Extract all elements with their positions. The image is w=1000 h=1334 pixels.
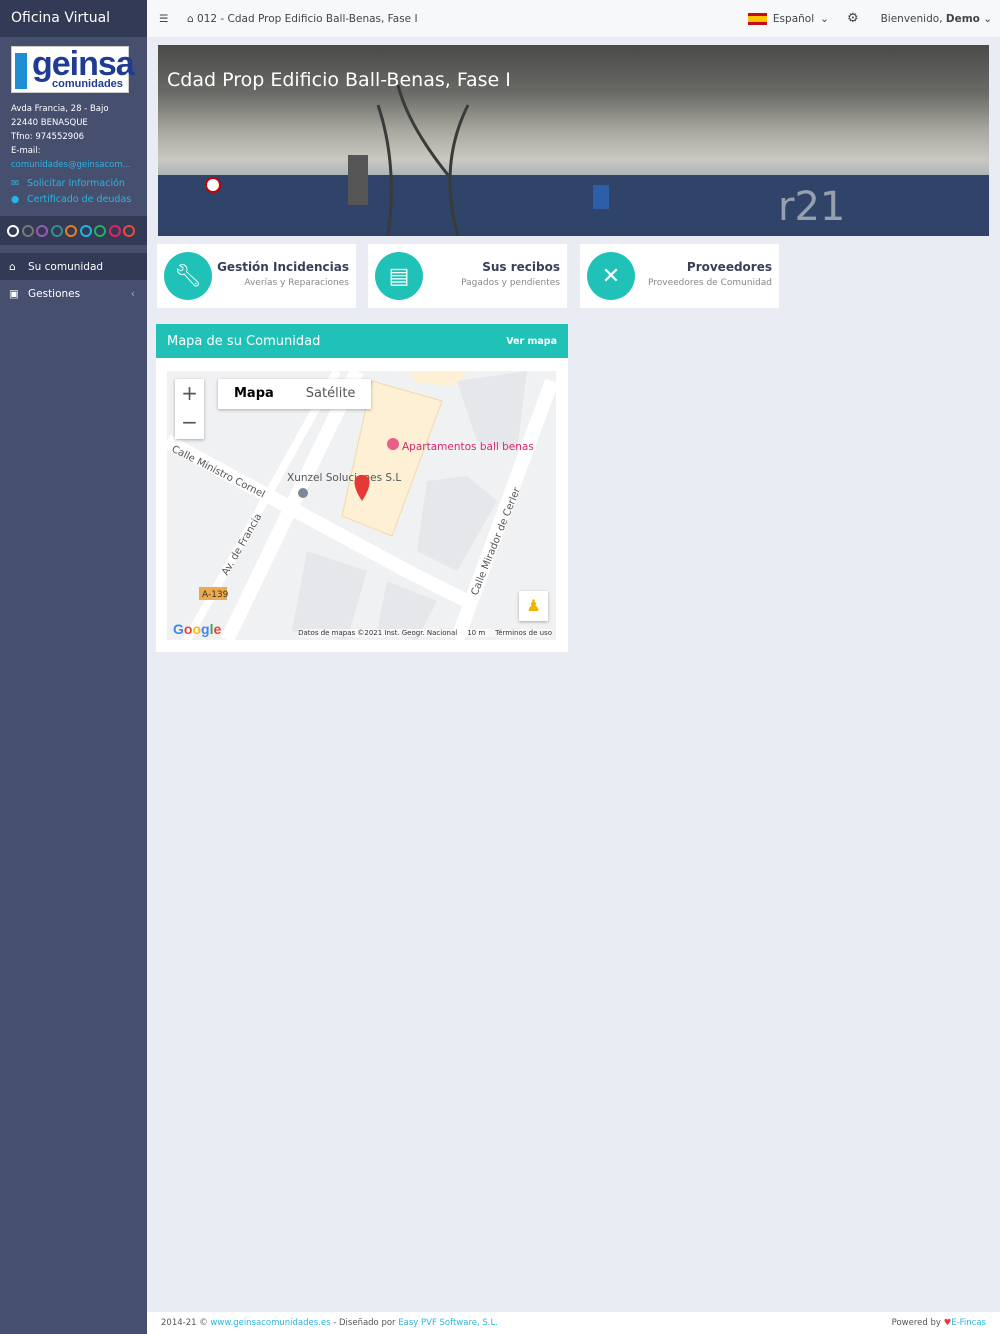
panel-title: Mapa de su Comunidad — [167, 333, 321, 349]
designer-link[interactable]: Easy PVF Software, S.L. — [398, 1318, 498, 1328]
svg-text:r21: r21 — [778, 184, 845, 230]
street-label: Calle Ministro Cornel — [170, 444, 267, 501]
home-icon: ⌂ — [187, 12, 198, 25]
card-subtitle: Averías y Reparaciones — [244, 278, 349, 288]
card-title: Gestión Incidencias — [217, 260, 349, 274]
poi-marker[interactable] — [298, 488, 308, 498]
footer-designed: - Diseñado por — [333, 1318, 396, 1328]
email-label: E-mail: — [11, 146, 41, 156]
briefcase-icon: ▣ — [9, 287, 19, 300]
theme-swatch[interactable] — [50, 224, 63, 237]
community-title: Cdad Prop Edificio Ball-Benas, Fase I — [167, 69, 511, 91]
request-info-link[interactable]: ✉ Solicitar Información — [11, 176, 136, 192]
receipt-icon: ▤ — [375, 252, 423, 300]
menu-toggle-icon[interactable]: ☰ — [159, 13, 179, 25]
map-type-map[interactable]: Mapa — [218, 379, 290, 409]
theme-swatches — [0, 216, 147, 245]
terms-link[interactable]: Términos de uso — [495, 629, 552, 637]
user-name: Demo — [945, 12, 980, 25]
company-info: Avda Francia, 28 - Bajo 22440 BENASQUE T… — [0, 93, 147, 172]
chevron-down-icon: ⌄ — [820, 12, 829, 25]
google-map[interactable]: Calle Ministro Cornel Av. de Francia Cal… — [167, 371, 556, 640]
company-logo: geinsa comunidades — [11, 45, 135, 93]
wrench-icon: 🔧︎ — [164, 252, 212, 300]
map-attribution: Datos de mapas ©2021 Inst. Geogr. Nacion… — [298, 629, 458, 637]
theme-swatch[interactable] — [7, 224, 19, 237]
email-link[interactable]: comunidades@geinsacom... — [11, 158, 136, 172]
nav-su-comunidad[interactable]: ⌂ Su comunidad — [0, 253, 147, 280]
pegman-icon[interactable]: ♟ — [519, 591, 548, 621]
zoom-in-button[interactable]: + — [175, 379, 204, 408]
powered-by: Powered by — [891, 1318, 941, 1328]
user-menu[interactable]: Bienvenido, Demo ⌄ — [881, 13, 992, 25]
address-city: 22440 BENASQUE — [11, 118, 88, 128]
language-label: Español — [772, 12, 815, 25]
theme-swatch[interactable] — [65, 224, 77, 237]
zoom-controls: + − — [175, 379, 204, 439]
home-icon: ⌂ — [9, 260, 16, 273]
card-proveedores[interactable]: ✕ Proveedores Proveedores de Comunidad — [580, 244, 779, 308]
card-gestion-incidencias[interactable]: 🔧︎ Gestión Incidencias Averías y Reparacio… — [157, 244, 356, 308]
address-line: Avda Francia, 28 - Bajo — [11, 104, 109, 114]
breadcrumb-text: 012 - Cdad Prop Edificio Ball-Benas, Fas… — [197, 12, 418, 25]
certificate-icon: ● — [11, 194, 20, 205]
community-banner: r21 Cdad Prop Edificio Ball-Benas, Fase … — [158, 45, 989, 236]
theme-swatch[interactable] — [79, 224, 92, 237]
poi-marker[interactable] — [387, 438, 399, 450]
theme-swatch[interactable] — [36, 224, 48, 237]
language-select[interactable]: Español ⌄ — [747, 12, 829, 25]
map-scale: 10 m — [467, 629, 486, 637]
card-subtitle: Pagados y pendientes — [461, 278, 560, 288]
chevron-left-icon: ‹ — [130, 287, 135, 300]
welcome-text: Bienvenido, — [880, 12, 943, 25]
debt-certificate-link[interactable]: ● Certificado de deudas — [11, 192, 136, 208]
topbar: ☰ ⌂ 012 - Cdad Prop Edificio Ball-Benas,… — [147, 0, 1000, 37]
theme-swatch[interactable] — [94, 224, 106, 237]
gear-icon[interactable]: ⚙ — [847, 11, 859, 26]
map-canvas: Calle Ministro Cornel Av. de Francia Cal… — [167, 371, 556, 640]
google-logo: Google — [173, 621, 222, 637]
site-link[interactable]: www.geinsacomunidades.es — [210, 1318, 330, 1328]
card-sus-recibos[interactable]: ▤ Sus recibos Pagados y pendientes — [368, 244, 567, 308]
breadcrumb: ⌂ 012 - Cdad Prop Edificio Ball-Benas, F… — [187, 13, 418, 25]
view-map-link[interactable]: Ver mapa — [506, 336, 557, 347]
nav-gestiones[interactable]: ▣ Gestiones ‹ — [0, 280, 147, 307]
zoom-out-button[interactable]: − — [175, 408, 204, 437]
app-title: Oficina Virtual — [0, 0, 147, 37]
map-type-satellite[interactable]: Satélite — [290, 379, 372, 409]
efincas-link[interactable]: E-Fincas — [951, 1318, 986, 1328]
request-info-label: Solicitar Información — [27, 178, 125, 189]
tools-icon: ✕ — [587, 252, 635, 300]
card-subtitle: Proveedores de Comunidad — [647, 278, 772, 288]
card-title: Proveedores — [686, 260, 772, 274]
envelope-icon: ✉ — [11, 178, 19, 189]
theme-swatch[interactable] — [21, 224, 34, 237]
road-label: A-139 — [202, 590, 229, 600]
debt-certificate-label: Certificado de deudas — [27, 194, 132, 205]
poi-label[interactable]: Xunzel Soluciones S.L — [287, 472, 401, 484]
card-title: Sus recibos — [482, 260, 560, 274]
spain-flag-icon — [747, 12, 767, 25]
phone: Tfno: 974552906 — [11, 132, 85, 142]
poi-label[interactable]: Apartamentos ball benas — [402, 441, 534, 453]
theme-swatch[interactable] — [123, 224, 135, 237]
footer: 2014-21 © www.geinsacomunidades.es - Dis… — [147, 1312, 1000, 1334]
map-panel: Mapa de su Comunidad Ver mapa Calle Minis… — [156, 324, 568, 652]
map-type-control: Mapa Satélite — [218, 379, 372, 409]
sidebar: Oficina Virtual geinsa comunidades Avda F… — [0, 0, 147, 1334]
theme-swatch[interactable] — [108, 224, 121, 237]
nav-label: Gestiones — [28, 287, 81, 300]
footer-copyright: 2014-21 © — [161, 1318, 208, 1328]
nav-label: Su comunidad — [28, 260, 104, 273]
